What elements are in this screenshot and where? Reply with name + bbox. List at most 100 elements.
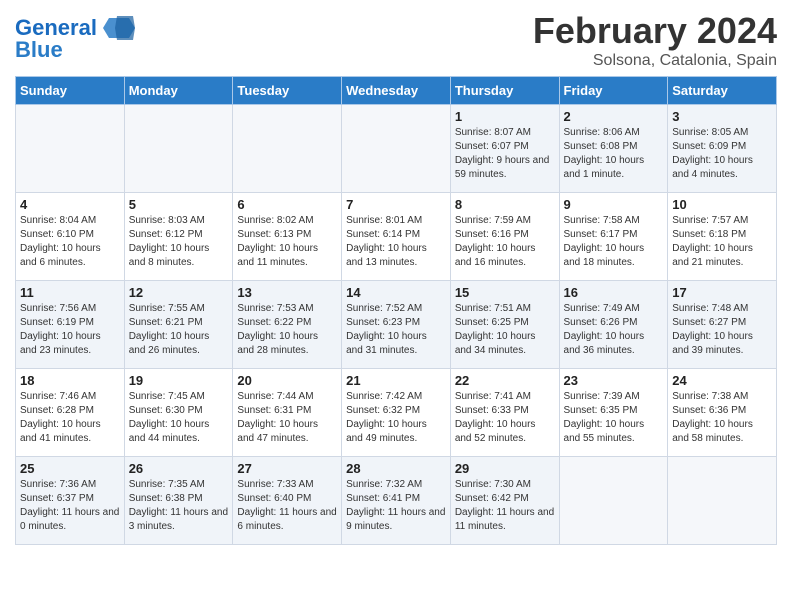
day-info: Sunrise: 7:56 AMSunset: 6:19 PMDaylight:…: [20, 302, 120, 358]
day-number: 16: [564, 285, 664, 300]
day-cell: 25Sunrise: 7:36 AMSunset: 6:37 PMDayligh…: [16, 457, 125, 545]
day-cell: 29 Sunrise: 7:30 AMSunset: 6:42 PMDayligh…: [450, 457, 559, 545]
calendar-table: SundayMondayTuesdayWednesdayThursdayFrid…: [15, 76, 777, 545]
day-number: 28: [346, 461, 446, 476]
day-cell: 19 Sunrise: 7:45 AMSunset: 6:30 PMDayligh…: [124, 369, 233, 457]
day-number: 14: [346, 285, 446, 300]
day-cell: 13Sunrise: 7:53 AMSunset: 6:22 PMDayligh…: [233, 281, 342, 369]
day-cell: 1 Sunrise: 8:07 AMSunset: 6:07 PMDaylight…: [450, 105, 559, 193]
day-info: Sunrise: 7:35 AMSunset: 6:38 PMDaylight:…: [129, 478, 229, 534]
day-number: 15: [455, 285, 555, 300]
day-number: 3: [672, 109, 772, 124]
day-number: 12: [129, 285, 229, 300]
day-cell: 3 Sunrise: 8:05 AMSunset: 6:09 PMDaylight…: [668, 105, 777, 193]
day-info: Sunrise: 8:02 AMSunset: 6:13 PMDaylight:…: [237, 214, 337, 270]
day-cell: [124, 105, 233, 193]
day-header-monday: Monday: [124, 77, 233, 105]
day-number: 19: [129, 373, 229, 388]
day-cell: 6 Sunrise: 8:02 AMSunset: 6:13 PMDaylight…: [233, 193, 342, 281]
day-cell: 21 Sunrise: 7:42 AMSunset: 6:32 PMDayligh…: [342, 369, 451, 457]
header-area: General Blue February 2024 Solsona, Cata…: [15, 10, 777, 70]
day-number: 23: [564, 373, 664, 388]
day-cell: 9 Sunrise: 7:58 AMSunset: 6:17 PMDaylight…: [559, 193, 668, 281]
day-cell: 14 Sunrise: 7:52 AMSunset: 6:23 PMDayligh…: [342, 281, 451, 369]
day-header-thursday: Thursday: [450, 77, 559, 105]
title-area: February 2024 Solsona, Catalonia, Spain: [533, 10, 777, 70]
day-info: Sunrise: 7:58 AMSunset: 6:17 PMDaylight:…: [564, 214, 664, 270]
day-number: 29: [455, 461, 555, 476]
day-info: Sunrise: 7:55 AMSunset: 6:21 PMDaylight:…: [129, 302, 229, 358]
day-info: Sunrise: 7:53 AMSunset: 6:22 PMDaylight:…: [237, 302, 337, 358]
day-cell: [233, 105, 342, 193]
day-cell: 22 Sunrise: 7:41 AMSunset: 6:33 PMDayligh…: [450, 369, 559, 457]
day-header-saturday: Saturday: [668, 77, 777, 105]
month-title: February 2024: [533, 10, 777, 52]
day-cell: [16, 105, 125, 193]
day-info: Sunrise: 7:39 AMSunset: 6:35 PMDaylight:…: [564, 390, 664, 446]
day-cell: 27 Sunrise: 7:33 AMSunset: 6:40 PMDayligh…: [233, 457, 342, 545]
location-title: Solsona, Catalonia, Spain: [533, 52, 777, 70]
day-number: 9: [564, 197, 664, 212]
day-info: Sunrise: 7:33 AMSunset: 6:40 PMDaylight:…: [237, 478, 337, 534]
day-cell: [342, 105, 451, 193]
day-header-wednesday: Wednesday: [342, 77, 451, 105]
day-info: Sunrise: 8:06 AMSunset: 6:08 PMDaylight:…: [564, 126, 664, 182]
week-row-2: 4 Sunrise: 8:04 AMSunset: 6:10 PMDaylight…: [16, 193, 777, 281]
day-number: 6: [237, 197, 337, 212]
day-cell: 18Sunrise: 7:46 AMSunset: 6:28 PMDayligh…: [16, 369, 125, 457]
day-info: Sunrise: 7:41 AMSunset: 6:33 PMDaylight:…: [455, 390, 555, 446]
day-number: 21: [346, 373, 446, 388]
day-info: Sunrise: 8:05 AMSunset: 6:09 PMDaylight:…: [672, 126, 772, 182]
day-cell: 11 Sunrise: 7:56 AMSunset: 6:19 PMDayligh…: [16, 281, 125, 369]
day-cell: 15Sunrise: 7:51 AMSunset: 6:25 PMDayligh…: [450, 281, 559, 369]
day-cell: 24Sunrise: 7:38 AMSunset: 6:36 PMDayligh…: [668, 369, 777, 457]
day-cell: 2 Sunrise: 8:06 AMSunset: 6:08 PMDaylight…: [559, 105, 668, 193]
day-cell: 16 Sunrise: 7:49 AMSunset: 6:26 PMDayligh…: [559, 281, 668, 369]
day-info: Sunrise: 7:57 AMSunset: 6:18 PMDaylight:…: [672, 214, 772, 270]
day-info: Sunrise: 7:30 AMSunset: 6:42 PMDaylight:…: [455, 478, 555, 534]
day-number: 27: [237, 461, 337, 476]
day-info: Sunrise: 8:01 AMSunset: 6:14 PMDaylight:…: [346, 214, 446, 270]
day-number: 7: [346, 197, 446, 212]
day-info: Sunrise: 8:04 AMSunset: 6:10 PMDaylight:…: [20, 214, 120, 270]
day-number: 26: [129, 461, 229, 476]
day-cell: 17 Sunrise: 7:48 AMSunset: 6:27 PMDayligh…: [668, 281, 777, 369]
day-header-friday: Friday: [559, 77, 668, 105]
day-info: Sunrise: 7:46 AMSunset: 6:28 PMDaylight:…: [20, 390, 120, 446]
day-cell: [668, 457, 777, 545]
day-cell: 26 Sunrise: 7:35 AMSunset: 6:38 PMDayligh…: [124, 457, 233, 545]
day-info: Sunrise: 8:07 AMSunset: 6:07 PMDaylight:…: [455, 126, 555, 182]
day-cell: 12 Sunrise: 7:55 AMSunset: 6:21 PMDayligh…: [124, 281, 233, 369]
day-info: Sunrise: 7:59 AMSunset: 6:16 PMDaylight:…: [455, 214, 555, 270]
day-number: 17: [672, 285, 772, 300]
day-info: Sunrise: 7:42 AMSunset: 6:32 PMDaylight:…: [346, 390, 446, 446]
day-number: 22: [455, 373, 555, 388]
logo: General Blue: [15, 14, 135, 62]
day-number: 4: [20, 197, 120, 212]
day-cell: 28 Sunrise: 7:32 AMSunset: 6:41 PMDayligh…: [342, 457, 451, 545]
day-number: 2: [564, 109, 664, 124]
day-cell: 23 Sunrise: 7:39 AMSunset: 6:35 PMDayligh…: [559, 369, 668, 457]
day-number: 11: [20, 285, 120, 300]
week-row-4: 18Sunrise: 7:46 AMSunset: 6:28 PMDayligh…: [16, 369, 777, 457]
day-number: 8: [455, 197, 555, 212]
logo-text-blue: Blue: [15, 38, 63, 62]
week-row-1: 1 Sunrise: 8:07 AMSunset: 6:07 PMDaylight…: [16, 105, 777, 193]
day-cell: 7 Sunrise: 8:01 AMSunset: 6:14 PMDaylight…: [342, 193, 451, 281]
day-header-sunday: Sunday: [16, 77, 125, 105]
day-cell: 5Sunrise: 8:03 AMSunset: 6:12 PMDaylight…: [124, 193, 233, 281]
day-info: Sunrise: 7:49 AMSunset: 6:26 PMDaylight:…: [564, 302, 664, 358]
calendar-body: 1 Sunrise: 8:07 AMSunset: 6:07 PMDaylight…: [16, 105, 777, 545]
day-info: Sunrise: 7:45 AMSunset: 6:30 PMDaylight:…: [129, 390, 229, 446]
day-cell: 10 Sunrise: 7:57 AMSunset: 6:18 PMDayligh…: [668, 193, 777, 281]
day-number: 1: [455, 109, 555, 124]
day-number: 5: [129, 197, 229, 212]
day-info: Sunrise: 7:48 AMSunset: 6:27 PMDaylight:…: [672, 302, 772, 358]
day-cell: 8 Sunrise: 7:59 AMSunset: 6:16 PMDaylight…: [450, 193, 559, 281]
day-header-tuesday: Tuesday: [233, 77, 342, 105]
day-info: Sunrise: 7:52 AMSunset: 6:23 PMDaylight:…: [346, 302, 446, 358]
day-number: 25: [20, 461, 120, 476]
day-number: 10: [672, 197, 772, 212]
day-number: 20: [237, 373, 337, 388]
day-info: Sunrise: 7:32 AMSunset: 6:41 PMDaylight:…: [346, 478, 446, 534]
